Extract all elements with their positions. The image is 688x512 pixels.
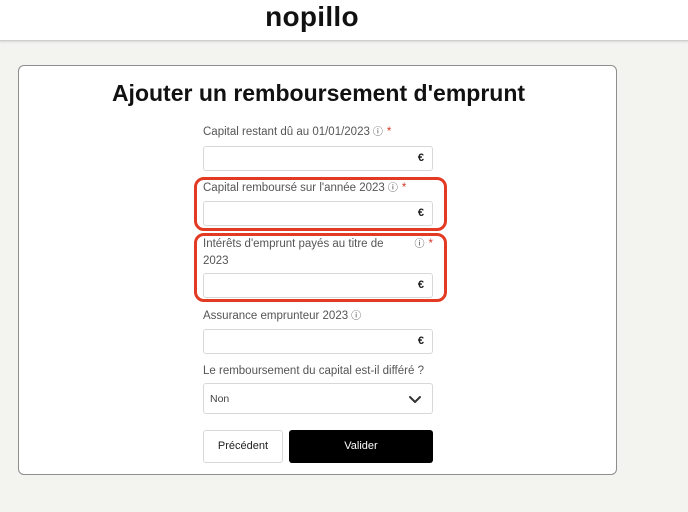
info-icon[interactable]: ⓘ (373, 124, 383, 141)
chevron-down-icon (409, 396, 421, 403)
borrower-insurance-label-text: Assurance emprunteur 2023 (203, 310, 349, 322)
deferred-select[interactable]: Non (203, 383, 433, 414)
deferred-label: Le remboursement du capital est-il diffé… (203, 365, 424, 377)
deferred-selected-value: Non (210, 393, 230, 405)
info-icon[interactable]: ⓘ (351, 308, 361, 325)
required-marker: * (386, 126, 392, 138)
euro-unit: € (417, 335, 424, 347)
euro-unit: € (417, 152, 424, 164)
submit-button[interactable]: Valider (289, 430, 433, 463)
borrower-insurance-input[interactable]: € (203, 329, 433, 354)
borrower-insurance-label: Assurance emprunteur 2023 ⓘ (203, 308, 361, 325)
highlight-loan-interest (194, 233, 447, 302)
capital-remaining-input[interactable]: € (203, 146, 433, 171)
form-title: Ajouter un remboursement d'emprunt (111, 80, 526, 106)
highlight-capital-repaid (194, 177, 447, 231)
top-header: nopillo (0, 0, 688, 41)
nopillo-logo[interactable]: nopillo (0, 0, 624, 34)
capital-remaining-label-text: Capital restant dû au 01/01/2023 (203, 126, 370, 138)
previous-button[interactable]: Précédent (203, 430, 283, 463)
capital-remaining-label: Capital restant dû au 01/01/2023 ⓘ * (203, 124, 391, 141)
